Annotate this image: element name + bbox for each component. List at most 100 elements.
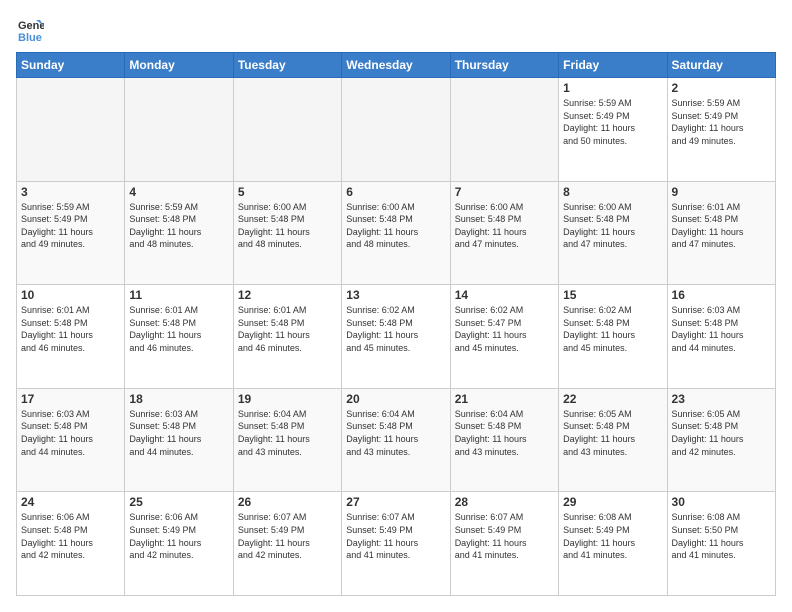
calendar-cell: 10 Sunrise: 6:01 AM Sunset: 5:48 PM Dayli… (17, 285, 125, 389)
weekday-sunday: Sunday (17, 53, 125, 78)
calendar-cell: 11Sunrise: 6:01 AM Sunset: 5:48 PM Dayli… (125, 285, 233, 389)
day-number: 1 (563, 81, 662, 95)
day-info: Sunrise: 5:59 AM Sunset: 5:48 PM Dayligh… (129, 201, 228, 251)
day-number: 11 (129, 288, 228, 302)
day-info: Sunrise: 5:59 AM Sunset: 5:49 PM Dayligh… (672, 97, 771, 147)
calendar-cell (233, 78, 341, 182)
day-number: 20 (346, 392, 445, 406)
day-info: Sunrise: 6:03 AM Sunset: 5:48 PM Dayligh… (672, 304, 771, 354)
calendar-cell: 15 Sunrise: 6:02 AM Sunset: 5:48 PM Dayli… (559, 285, 667, 389)
day-info: Sunrise: 6:04 AM Sunset: 5:48 PM Dayligh… (238, 408, 337, 458)
day-info: Sunrise: 6:05 AM Sunset: 5:48 PM Dayligh… (563, 408, 662, 458)
calendar-cell: 22 Sunrise: 6:05 AM Sunset: 5:48 PM Dayli… (559, 388, 667, 492)
day-number: 18 (129, 392, 228, 406)
day-info: Sunrise: 6:02 AM Sunset: 5:48 PM Dayligh… (346, 304, 445, 354)
day-info: Sunrise: 6:00 AM Sunset: 5:48 PM Dayligh… (238, 201, 337, 251)
week-row-1: 1 Sunrise: 5:59 AM Sunset: 5:49 PM Daylig… (17, 78, 776, 182)
calendar-cell: 18 Sunrise: 6:03 AM Sunset: 5:48 PM Dayli… (125, 388, 233, 492)
calendar-cell: 30Sunrise: 6:08 AM Sunset: 5:50 PM Dayli… (667, 492, 775, 596)
calendar-cell: 23 Sunrise: 6:05 AM Sunset: 5:48 PM Dayli… (667, 388, 775, 492)
day-info: Sunrise: 6:03 AM Sunset: 5:48 PM Dayligh… (21, 408, 120, 458)
weekday-friday: Friday (559, 53, 667, 78)
calendar-cell: 21 Sunrise: 6:04 AM Sunset: 5:48 PM Dayli… (450, 388, 558, 492)
day-info: Sunrise: 5:59 AM Sunset: 5:49 PM Dayligh… (21, 201, 120, 251)
calendar-cell: 2 Sunrise: 5:59 AM Sunset: 5:49 PM Daylig… (667, 78, 775, 182)
day-info: Sunrise: 6:04 AM Sunset: 5:48 PM Dayligh… (346, 408, 445, 458)
day-info: Sunrise: 6:05 AM Sunset: 5:48 PM Dayligh… (672, 408, 771, 458)
weekday-saturday: Saturday (667, 53, 775, 78)
calendar-cell (342, 78, 450, 182)
calendar-cell: 3 Sunrise: 5:59 AM Sunset: 5:49 PM Daylig… (17, 181, 125, 285)
calendar-cell: 24Sunrise: 6:06 AM Sunset: 5:48 PM Dayli… (17, 492, 125, 596)
week-row-2: 3 Sunrise: 5:59 AM Sunset: 5:49 PM Daylig… (17, 181, 776, 285)
day-info: Sunrise: 6:07 AM Sunset: 5:49 PM Dayligh… (455, 511, 554, 561)
day-number: 7 (455, 185, 554, 199)
calendar-cell: 9 Sunrise: 6:01 AM Sunset: 5:48 PM Daylig… (667, 181, 775, 285)
calendar-cell: 20 Sunrise: 6:04 AM Sunset: 5:48 PM Dayli… (342, 388, 450, 492)
day-info: Sunrise: 6:07 AM Sunset: 5:49 PM Dayligh… (238, 511, 337, 561)
day-number: 8 (563, 185, 662, 199)
weekday-monday: Monday (125, 53, 233, 78)
calendar-cell: 17Sunrise: 6:03 AM Sunset: 5:48 PM Dayli… (17, 388, 125, 492)
day-info: Sunrise: 6:08 AM Sunset: 5:49 PM Dayligh… (563, 511, 662, 561)
day-number: 10 (21, 288, 120, 302)
day-info: Sunrise: 6:03 AM Sunset: 5:48 PM Dayligh… (129, 408, 228, 458)
day-info: Sunrise: 6:07 AM Sunset: 5:49 PM Dayligh… (346, 511, 445, 561)
day-number: 21 (455, 392, 554, 406)
logo-icon: General Blue (16, 16, 44, 44)
day-info: Sunrise: 6:01 AM Sunset: 5:48 PM Dayligh… (672, 201, 771, 251)
calendar-cell: 14 Sunrise: 6:02 AM Sunset: 5:47 PM Dayli… (450, 285, 558, 389)
calendar-cell: 26Sunrise: 6:07 AM Sunset: 5:49 PM Dayli… (233, 492, 341, 596)
day-number: 24 (21, 495, 120, 509)
day-info: Sunrise: 6:06 AM Sunset: 5:49 PM Dayligh… (129, 511, 228, 561)
day-number: 25 (129, 495, 228, 509)
logo: General Blue (16, 16, 48, 44)
header: General Blue (16, 16, 776, 44)
week-row-3: 10 Sunrise: 6:01 AM Sunset: 5:48 PM Dayli… (17, 285, 776, 389)
page: General Blue SundayMondayTuesdayWednesda… (0, 0, 792, 612)
calendar-cell: 25 Sunrise: 6:06 AM Sunset: 5:49 PM Dayli… (125, 492, 233, 596)
calendar-cell: 5 Sunrise: 6:00 AM Sunset: 5:48 PM Daylig… (233, 181, 341, 285)
day-number: 13 (346, 288, 445, 302)
day-number: 28 (455, 495, 554, 509)
day-number: 14 (455, 288, 554, 302)
weekday-tuesday: Tuesday (233, 53, 341, 78)
calendar-cell: 19 Sunrise: 6:04 AM Sunset: 5:48 PM Dayli… (233, 388, 341, 492)
day-number: 3 (21, 185, 120, 199)
day-info: Sunrise: 5:59 AM Sunset: 5:49 PM Dayligh… (563, 97, 662, 147)
calendar-cell: 13 Sunrise: 6:02 AM Sunset: 5:48 PM Dayli… (342, 285, 450, 389)
day-number: 29 (563, 495, 662, 509)
weekday-thursday: Thursday (450, 53, 558, 78)
day-info: Sunrise: 6:00 AM Sunset: 5:48 PM Dayligh… (563, 201, 662, 251)
day-info: Sunrise: 6:08 AM Sunset: 5:50 PM Dayligh… (672, 511, 771, 561)
day-number: 9 (672, 185, 771, 199)
calendar-cell: 4Sunrise: 5:59 AM Sunset: 5:48 PM Daylig… (125, 181, 233, 285)
day-number: 23 (672, 392, 771, 406)
calendar-table: SundayMondayTuesdayWednesdayThursdayFrid… (16, 52, 776, 596)
day-number: 16 (672, 288, 771, 302)
calendar-cell (17, 78, 125, 182)
day-number: 2 (672, 81, 771, 95)
day-info: Sunrise: 6:00 AM Sunset: 5:48 PM Dayligh… (346, 201, 445, 251)
calendar-cell: 29 Sunrise: 6:08 AM Sunset: 5:49 PM Dayli… (559, 492, 667, 596)
calendar-cell: 7 Sunrise: 6:00 AM Sunset: 5:48 PM Daylig… (450, 181, 558, 285)
svg-text:Blue: Blue (18, 32, 42, 44)
day-number: 5 (238, 185, 337, 199)
day-info: Sunrise: 6:01 AM Sunset: 5:48 PM Dayligh… (21, 304, 120, 354)
day-info: Sunrise: 6:01 AM Sunset: 5:48 PM Dayligh… (238, 304, 337, 354)
calendar-cell: 6Sunrise: 6:00 AM Sunset: 5:48 PM Daylig… (342, 181, 450, 285)
day-info: Sunrise: 6:02 AM Sunset: 5:47 PM Dayligh… (455, 304, 554, 354)
day-number: 19 (238, 392, 337, 406)
weekday-wednesday: Wednesday (342, 53, 450, 78)
week-row-5: 24Sunrise: 6:06 AM Sunset: 5:48 PM Dayli… (17, 492, 776, 596)
day-info: Sunrise: 6:02 AM Sunset: 5:48 PM Dayligh… (563, 304, 662, 354)
calendar-cell: 16 Sunrise: 6:03 AM Sunset: 5:48 PM Dayli… (667, 285, 775, 389)
day-number: 15 (563, 288, 662, 302)
calendar-cell (125, 78, 233, 182)
calendar-cell (450, 78, 558, 182)
day-info: Sunrise: 6:04 AM Sunset: 5:48 PM Dayligh… (455, 408, 554, 458)
calendar-cell: 27Sunrise: 6:07 AM Sunset: 5:49 PM Dayli… (342, 492, 450, 596)
day-info: Sunrise: 6:00 AM Sunset: 5:48 PM Dayligh… (455, 201, 554, 251)
day-number: 12 (238, 288, 337, 302)
day-number: 22 (563, 392, 662, 406)
